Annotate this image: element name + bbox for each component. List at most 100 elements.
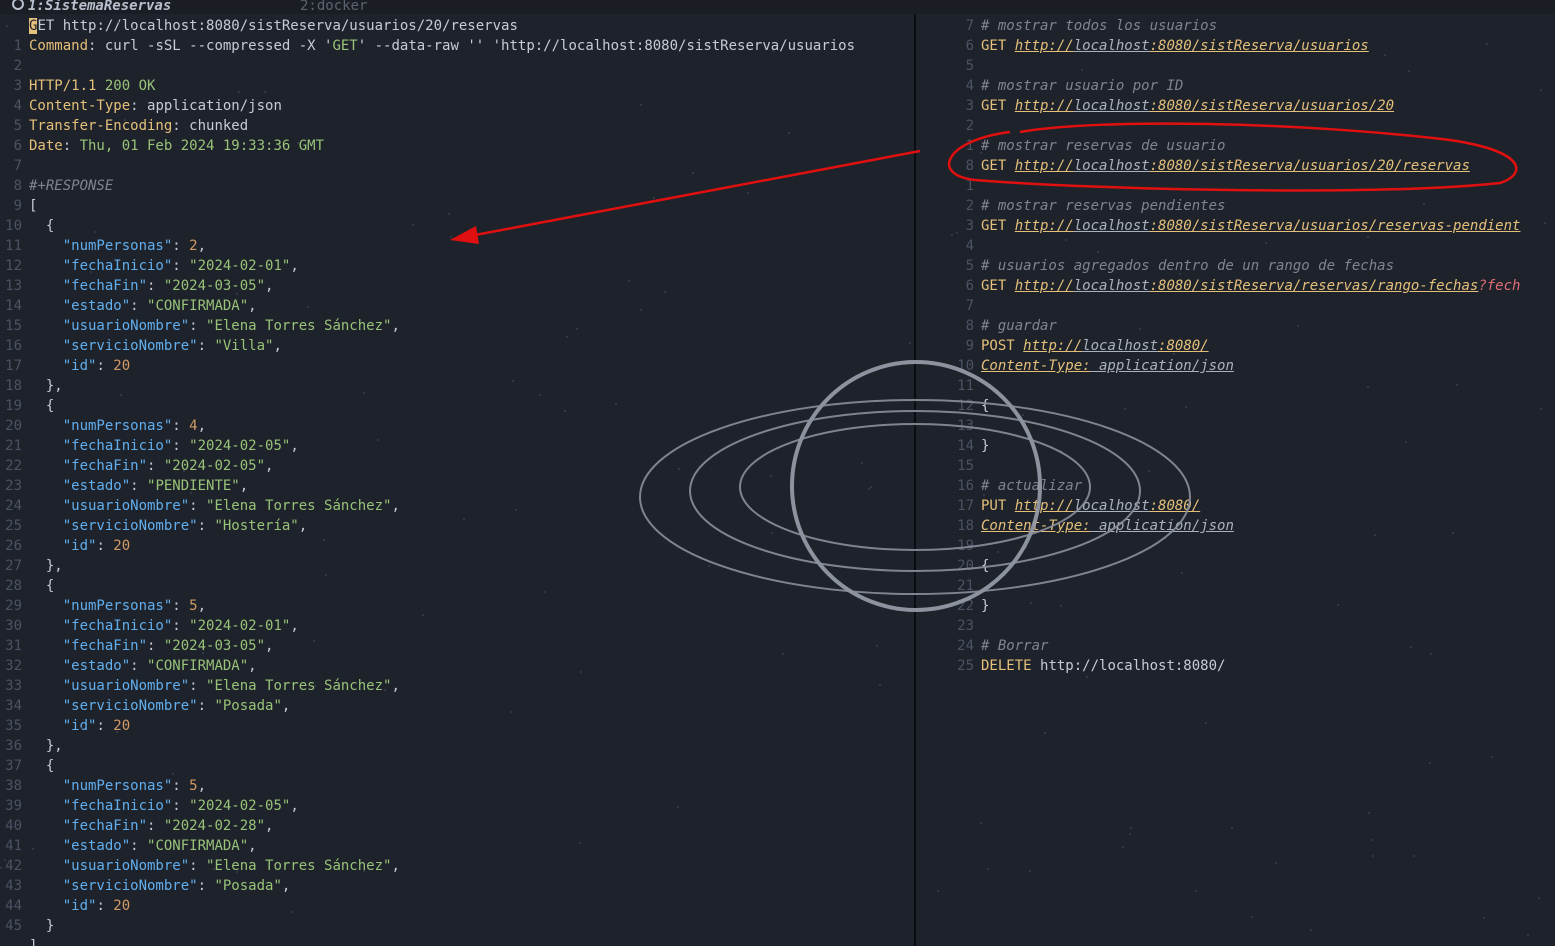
- code-line[interactable]: 5 # usuarios agregados dentro de un rango…: [916, 256, 1394, 276]
- code-line[interactable]: 28 {: [0, 576, 54, 596]
- star-dot: [1408, 70, 1410, 72]
- code-line[interactable]: 22 "fechaFin": "2024-02-05",: [0, 456, 273, 476]
- code-line[interactable]: 1 # mostrar reservas de usuario: [916, 136, 1226, 156]
- code-line[interactable]: 27 },: [0, 556, 63, 576]
- code-line[interactable]: 3 GET http://localhost:8080/sistReserva/u…: [916, 96, 1394, 116]
- code-line[interactable]: 19 {: [0, 396, 54, 416]
- code-token: "2024-03-05": [163, 638, 266, 654]
- code-line[interactable]: 5: [916, 56, 981, 76]
- code-line[interactable]: 33 "usuarioNombre": "Elena Torres Sánche…: [0, 676, 400, 696]
- code-line[interactable]: 6 GET http://localhost:8080/sistReserva/r…: [916, 276, 1521, 296]
- code-line[interactable]: 8 #+RESPONSE: [0, 176, 114, 196]
- code-line[interactable]: 41 "estado": "CONFIRMADA",: [0, 836, 256, 856]
- code-line[interactable]: 7: [916, 296, 981, 316]
- code-line[interactable]: 34 "servicioNombre": "Posada",: [0, 696, 290, 716]
- line-number: 21: [5, 438, 22, 454]
- code-line[interactable]: 38 "numPersonas": 5,: [0, 776, 206, 796]
- code-line[interactable]: 20 "numPersonas": 4,: [0, 416, 206, 436]
- code-line[interactable]: 13: [916, 416, 981, 436]
- code-line[interactable]: GET http://localhost:8080/sistReserva/us…: [0, 16, 518, 36]
- code-line[interactable]: 22}: [916, 596, 989, 616]
- code-line[interactable]: 29 "numPersonas": 5,: [0, 596, 206, 616]
- code-line[interactable]: 25 "servicioNombre": "Hostería",: [0, 516, 307, 536]
- code-line[interactable]: 23 "estado": "PENDIENTE",: [0, 476, 248, 496]
- code-line[interactable]: 36 },: [0, 736, 63, 756]
- code-token: "2024-02-05": [189, 798, 291, 814]
- tab-docker[interactable]: 2:docker: [300, 0, 367, 14]
- code-line[interactable]: 9[: [0, 196, 38, 216]
- request-file-pane[interactable]: 7 # mostrar todos los usuarios 6 GET http:/…: [916, 16, 1555, 946]
- code-line[interactable]: 4 # mostrar usuario por ID: [916, 76, 1184, 96]
- code-line[interactable]: 9 POST http://localhost:8080/: [916, 336, 1209, 356]
- code-line[interactable]: 26 "id": 20: [0, 536, 130, 556]
- code-line[interactable]: 15 "usuarioNombre": "Elena Torres Sánche…: [0, 316, 400, 336]
- code-line[interactable]: 8 # guardar: [916, 316, 1057, 336]
- code-line[interactable]: 17 PUT http://localhost:8080/: [916, 496, 1200, 516]
- code-line[interactable]: 24 # Borrar: [916, 636, 1048, 656]
- line-number: 19: [957, 538, 974, 554]
- code-line[interactable]: 43 "servicioNombre": "Posada",: [0, 876, 290, 896]
- code-line[interactable]: 16 # actualizar: [916, 476, 1082, 496]
- code-line[interactable]: 19: [916, 536, 981, 556]
- code-line[interactable]: 17 "id": 20: [0, 356, 130, 376]
- code-line[interactable]: 31 "fechaFin": "2024-03-05",: [0, 636, 273, 656]
- code-token: "servicioNombre": [62, 518, 198, 534]
- code-line[interactable]: 16 "servicioNombre": "Villa",: [0, 336, 282, 356]
- code-line[interactable]: 8 GET http://localhost:8080/sistReserva/u…: [916, 156, 1470, 176]
- code-line[interactable]: 2: [916, 116, 981, 136]
- star-dot: [1337, 604, 1339, 606]
- code-line[interactable]: 1: [916, 176, 981, 196]
- code-line[interactable]: 2 # mostrar reservas pendientes: [916, 196, 1226, 216]
- code-line[interactable]: 21 "fechaInicio": "2024-02-05",: [0, 436, 299, 456]
- code-line[interactable]: 23: [916, 616, 981, 636]
- code-line[interactable]: 4 Content-Type: application/json: [0, 96, 282, 116]
- code-line[interactable]: 11: [916, 376, 981, 396]
- code-line[interactable]: 21: [916, 576, 981, 596]
- code-token: 20: [113, 358, 131, 374]
- code-line[interactable]: 10 Content-Type: application/json: [916, 356, 1234, 376]
- code-line[interactable]: 12 "fechaInicio": "2024-02-01",: [0, 256, 299, 276]
- code-line[interactable]: 10 {: [0, 216, 54, 236]
- code-line[interactable]: 20 {: [916, 556, 989, 576]
- code-line[interactable]: 6 Date: Thu, 01 Feb 2024 19:33:36 GMT: [0, 136, 324, 156]
- code-line[interactable]: 45 }: [0, 916, 54, 936]
- code-line[interactable]: 25 DELETE http://localhost:8080/: [916, 656, 1225, 676]
- code-line[interactable]: 30 "fechaInicio": "2024-02-01",: [0, 616, 299, 636]
- code-line[interactable]: 35 "id": 20: [0, 716, 130, 736]
- response-pane[interactable]: GET http://localhost:8080/sistReserva/us…: [0, 16, 914, 946]
- star-dot: [788, 132, 790, 134]
- code-line[interactable]: 39 "fechaInicio": "2024-02-05",: [0, 796, 299, 816]
- code-line[interactable]: 1 Command: curl -sSL --compressed -X 'GET…: [0, 36, 855, 56]
- code-line[interactable]: 15: [916, 456, 981, 476]
- code-line[interactable]: 24 "usuarioNombre": "Elena Torres Sánche…: [0, 496, 400, 516]
- code-line[interactable]: 40 "fechaFin": "2024-02-28",: [0, 816, 273, 836]
- code-line[interactable]: 18 Content-Type: application/json: [916, 516, 1234, 536]
- code-line[interactable]: 4: [916, 236, 981, 256]
- code-line[interactable]: 11 "numPersonas": 2,: [0, 236, 206, 256]
- code-line[interactable]: 14}: [916, 436, 989, 456]
- code-token: ,: [290, 438, 299, 454]
- code-token: :: [197, 338, 215, 354]
- code-line[interactable]: 3 GET http://localhost:8080/sistReserva/u…: [916, 216, 1521, 236]
- code-line[interactable]: 7 # mostrar todos los usuarios: [916, 16, 1217, 36]
- code-line[interactable]: 13 "fechaFin": "2024-03-05",: [0, 276, 273, 296]
- line-number: 43: [5, 878, 22, 894]
- code-line[interactable]: 6 GET http://localhost:8080/sistReserva/u…: [916, 36, 1369, 56]
- code-token: :: [172, 598, 190, 614]
- tab-sistema-reservas[interactable]: 1:SistemaReservas: [12, 0, 171, 14]
- code-line[interactable]: 18 },: [0, 376, 63, 396]
- code-line[interactable]: 37 {: [0, 756, 54, 776]
- line-number: 18: [5, 378, 22, 394]
- code-line[interactable]: 2: [0, 56, 29, 76]
- code-line[interactable]: 14 "estado": "CONFIRMADA",: [0, 296, 256, 316]
- code-line[interactable]: ]: [0, 936, 37, 946]
- code-line[interactable]: 3 HTTP/1.1 200 OK: [0, 76, 156, 96]
- code-line[interactable]: 44 "id": 20: [0, 896, 130, 916]
- code-line[interactable]: 7: [0, 156, 29, 176]
- line-number: 9: [13, 198, 22, 214]
- code-line[interactable]: 12 {: [916, 396, 989, 416]
- code-line[interactable]: 32 "estado": "CONFIRMADA",: [0, 656, 256, 676]
- code-line[interactable]: 42 "usuarioNombre": "Elena Torres Sánche…: [0, 856, 400, 876]
- star-dot: [1124, 408, 1126, 410]
